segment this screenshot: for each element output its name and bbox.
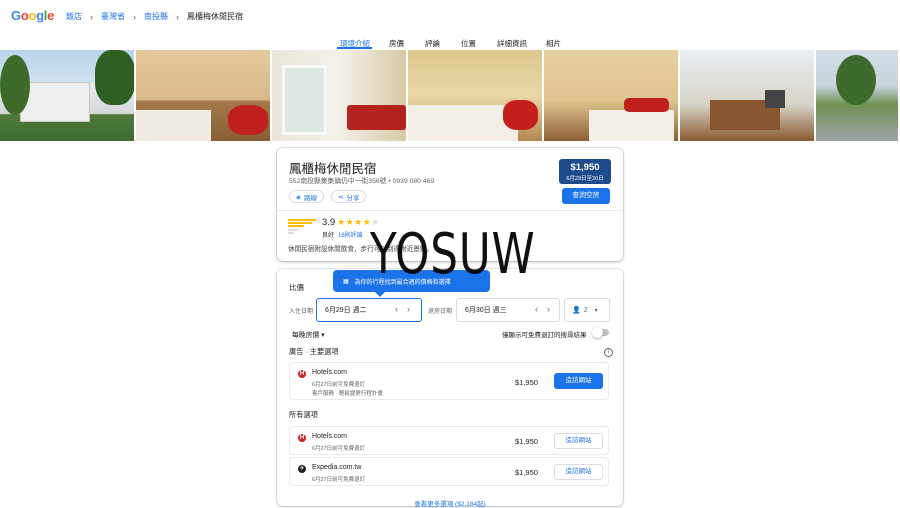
photo-lounge[interactable]: [680, 50, 814, 141]
price-value: $1,950: [570, 162, 600, 173]
person-icon: 👤: [572, 307, 581, 314]
compare-prices-section: 比價 ▦ 為你的行程找到最合適的價格和選擇 入住日期 6月29日 週二 ‹ › …: [277, 269, 623, 508]
provider-name: Hotels.com: [312, 433, 348, 440]
tab-prices[interactable]: 房價: [389, 38, 404, 49]
checkout-label: 退房日期: [428, 309, 453, 315]
guests-selector[interactable]: 👤 2 ▾: [564, 298, 610, 322]
chevron-right-icon[interactable]: ›: [547, 304, 550, 314]
check-availability-button[interactable]: 查詢空房: [562, 188, 610, 204]
more-options-link[interactable]: 查看更多選項 ($2,184起): [277, 498, 623, 508]
share-label: 分享: [346, 194, 360, 202]
guests-count: 2: [583, 306, 588, 314]
photo-exterior[interactable]: [0, 50, 134, 141]
tab-details[interactable]: 詳細資訊: [497, 38, 527, 49]
rating-distribution: [288, 219, 316, 235]
hotels-com-icon: H: [298, 370, 306, 378]
provider-note: 6月27日前可免費退訂: [312, 382, 366, 388]
breadcrumb: 飯店 › 臺灣省 › 南投縣 › 鳳櫃梅休閒民宿: [66, 11, 243, 22]
photo-room-3[interactable]: [408, 50, 542, 141]
provider-note: 6月27日前可免費退訂: [312, 477, 366, 483]
chevron-left-icon[interactable]: ‹: [395, 304, 398, 314]
offer-price: $1,950: [515, 468, 538, 477]
directions-label: 路線: [304, 194, 317, 202]
offer-price: $1,950: [515, 378, 538, 387]
top-bar: Google 飯店 › 臺灣省 › 南投縣 › 鳳櫃梅休閒民宿: [0, 0, 900, 32]
breadcrumb-hotels[interactable]: 飯店: [66, 11, 82, 22]
chevron-right-icon[interactable]: ›: [407, 304, 410, 314]
section-tabs: 環境介紹 房價 評論 位置 詳細資訊 相片: [0, 34, 900, 50]
share-button[interactable]: ⋖ 分享: [331, 190, 367, 203]
google-logo[interactable]: Google: [11, 8, 54, 23]
photo-room-4[interactable]: [544, 50, 678, 141]
calendar-icon: ▦: [343, 278, 349, 285]
info-icon[interactable]: i: [604, 348, 613, 357]
chevron-down-icon: ▾: [594, 307, 598, 314]
photo-garden[interactable]: [816, 50, 898, 141]
visit-site-button[interactable]: 造訪網站: [554, 433, 603, 449]
checkout-date-field[interactable]: 6月30日 週三 ‹ ›: [456, 298, 560, 322]
watermark: YOSUW: [370, 222, 536, 287]
hotels-com-icon: H: [298, 434, 306, 442]
directions-button[interactable]: ◈ 路線: [289, 190, 324, 203]
checkin-label: 入住日期: [289, 309, 314, 315]
provider-note: 6月27日前可免費退訂: [312, 446, 366, 452]
ads-header: 廣告 · 主要選項: [289, 347, 339, 356]
checkin-date-field[interactable]: 6月29日 週二 ‹ ›: [316, 298, 422, 322]
offer-row: H Hotels.com 6月27日前可免費退訂 $1,950 造訪網站: [289, 426, 609, 455]
rating-word: 良好: [322, 233, 335, 239]
directions-icon: ◈: [296, 193, 301, 201]
chevron-right-icon: ›: [133, 11, 136, 22]
provider-name: Hotels.com: [312, 369, 348, 376]
card-divider: [277, 210, 623, 211]
visit-site-button[interactable]: 造訪網站: [554, 464, 603, 480]
active-tab-indicator: [337, 47, 372, 49]
checkin-value: 6月29日 週二: [325, 307, 367, 314]
photo-gallery: [0, 50, 900, 141]
price-dates: 6月29日至30日: [566, 176, 604, 182]
tab-reviews[interactable]: 評論: [425, 38, 440, 49]
offer-price: $1,950: [515, 437, 538, 446]
share-icon: ⋖: [338, 193, 344, 201]
breadcrumb-province[interactable]: 臺灣省: [101, 11, 125, 22]
checkout-value: 6月30日 週三: [465, 307, 507, 314]
photo-room-2[interactable]: [272, 50, 406, 141]
visit-site-button[interactable]: 造訪網站: [554, 373, 603, 389]
photo-room-1[interactable]: [136, 50, 270, 141]
provider-note-2: 客戶服務 · 輕鬆變更行程計畫: [312, 391, 383, 397]
nightly-price-dropdown[interactable]: 每晚房價 ▾: [292, 329, 325, 339]
chevron-right-icon: ›: [176, 11, 179, 22]
free-cancel-label: 僅顯示可免費退訂的搜尋結果: [502, 332, 587, 339]
hotel-address: 552南投縣集集鎮仍中一街356號 • 0939 080 469: [289, 178, 435, 185]
offer-row: ✈ Expedia.com.tw 6月27日前可免費退訂 $1,950 造訪網站: [289, 457, 609, 486]
reviews-link[interactable]: 16則評論: [338, 230, 363, 239]
all-options-header: 所有選項: [289, 410, 318, 419]
provider-name: Expedia.com.tw: [312, 464, 362, 471]
chevron-left-icon[interactable]: ‹: [535, 304, 538, 314]
free-cancel-toggle[interactable]: [592, 327, 609, 338]
expedia-icon: ✈: [298, 465, 306, 473]
compare-prices-title: 比價: [289, 283, 304, 292]
breadcrumb-current: 鳳櫃梅休閒民宿: [187, 12, 243, 21]
chevron-right-icon: ›: [90, 11, 93, 22]
tab-photos[interactable]: 相片: [546, 38, 561, 49]
tab-location[interactable]: 位置: [461, 38, 476, 49]
rating-number: 3.9: [322, 217, 336, 228]
price-box[interactable]: $1,950 6月29日至30日: [559, 159, 611, 184]
breadcrumb-county[interactable]: 南投縣: [144, 11, 168, 22]
ad-offer-row: H Hotels.com 6月27日前可免費退訂 客戶服務 · 輕鬆變更行程計畫…: [289, 362, 609, 400]
